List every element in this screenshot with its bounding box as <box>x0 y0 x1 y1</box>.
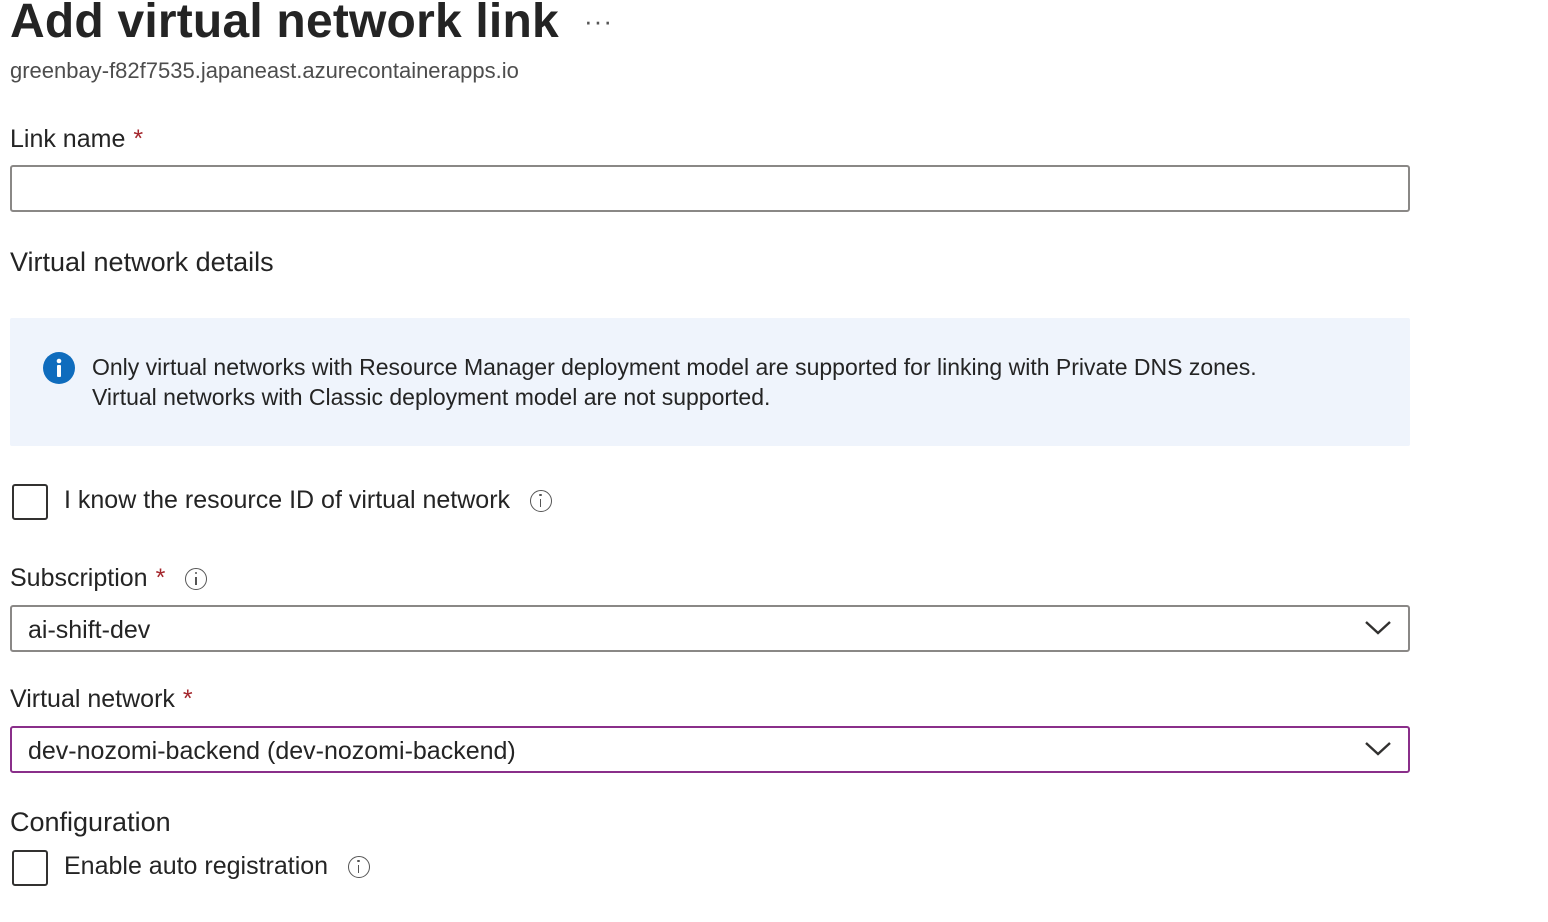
virtual-network-details-heading: Virtual network details <box>10 247 274 277</box>
link-name-label: Link name * <box>10 125 143 154</box>
link-name-label-text: Link name <box>10 125 126 153</box>
link-name-input[interactable] <box>10 165 1410 212</box>
resource-id-checkbox-text: I know the resource ID of virtual networ… <box>64 486 511 514</box>
resource-id-checkbox-label: I know the resource ID of virtual networ… <box>64 486 553 515</box>
more-options-icon[interactable]: ··· <box>584 6 613 37</box>
virtual-network-label-text: Virtual network <box>10 685 175 713</box>
chevron-down-icon <box>1365 742 1391 756</box>
required-marker: * <box>182 685 193 713</box>
info-icon[interactable] <box>530 489 553 512</box>
subscription-label: Subscription * <box>10 564 208 593</box>
auto-registration-checkbox-text: Enable auto registration <box>64 852 329 880</box>
info-filled-icon <box>43 352 75 384</box>
virtual-network-label: Virtual network * <box>10 685 193 714</box>
chevron-down-icon <box>1365 621 1391 635</box>
info-icon[interactable] <box>185 567 208 590</box>
virtual-network-selected-value: dev-nozomi-backend (dev-nozomi-backend) <box>28 737 516 765</box>
info-message-text: Only virtual networks with Resource Mana… <box>92 352 1257 412</box>
subscription-dropdown[interactable]: ai-shift-dev <box>10 605 1410 652</box>
add-vnet-link-page: Add virtual network link ··· greenbay-f8… <box>0 0 1548 922</box>
auto-registration-checkbox-label: Enable auto registration <box>64 852 371 881</box>
auto-registration-checkbox[interactable] <box>12 850 48 886</box>
page-subtitle: greenbay-f82f7535.japaneast.azurecontain… <box>10 58 519 83</box>
subscription-label-text: Subscription <box>10 564 148 592</box>
info-icon[interactable] <box>348 855 371 878</box>
required-marker: * <box>133 125 144 153</box>
resource-id-checkbox[interactable] <box>12 484 48 520</box>
required-marker: * <box>155 564 166 592</box>
virtual-network-dropdown[interactable]: dev-nozomi-backend (dev-nozomi-backend) <box>10 726 1410 773</box>
info-message-line-1: Only virtual networks with Resource Mana… <box>92 354 1257 380</box>
page-title: Add virtual network link <box>10 0 559 48</box>
configuration-heading: Configuration <box>10 807 171 837</box>
info-message-line-2: Virtual networks with Classic deployment… <box>92 384 771 410</box>
subscription-selected-value: ai-shift-dev <box>28 616 151 644</box>
info-message-box: Only virtual networks with Resource Mana… <box>10 318 1410 446</box>
